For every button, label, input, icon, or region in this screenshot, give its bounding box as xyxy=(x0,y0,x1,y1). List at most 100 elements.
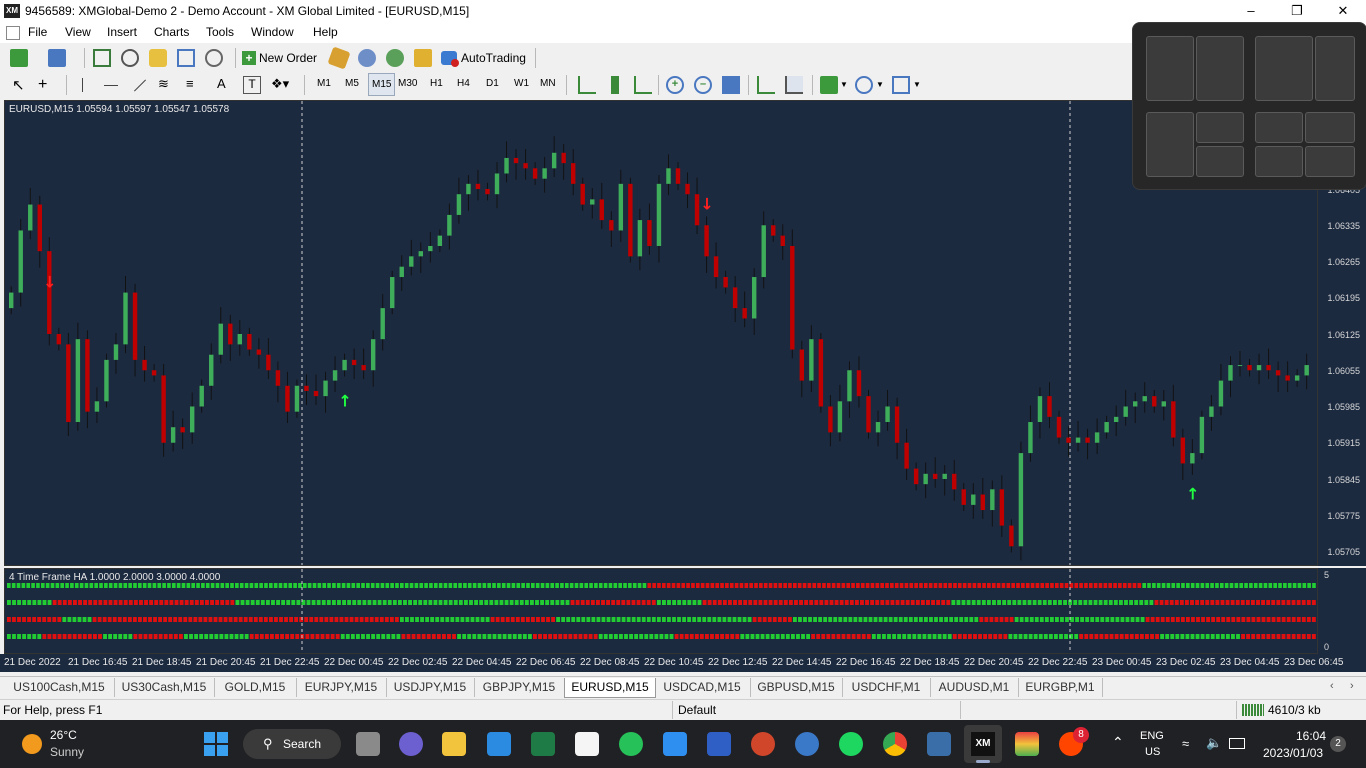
periods-icon[interactable] xyxy=(855,76,873,94)
timeframe-h4[interactable]: H4 xyxy=(457,78,470,89)
horizontal-line-icon[interactable] xyxy=(104,85,118,86)
vps-icon[interactable] xyxy=(414,49,432,67)
menu-window[interactable]: Window xyxy=(251,25,294,39)
timeframe-m15[interactable]: M15 xyxy=(368,73,396,96)
candle-chart-icon[interactable] xyxy=(611,76,619,94)
explorer-icon[interactable] xyxy=(442,732,466,756)
timeframe-mn[interactable]: MN xyxy=(540,78,556,89)
word-icon[interactable] xyxy=(707,732,731,756)
mail-icon[interactable] xyxy=(487,732,511,756)
language-code[interactable]: ENG xyxy=(1140,730,1164,742)
language-region[interactable]: US xyxy=(1145,746,1160,758)
zoom-out-icon[interactable]: – xyxy=(694,76,712,94)
symbol-tab[interactable]: GOLD,M15 xyxy=(214,678,297,697)
xm-active-app[interactable]: XM xyxy=(964,725,1002,763)
bar-chart-icon[interactable] xyxy=(578,76,596,94)
zoom-in-icon[interactable]: + xyxy=(666,76,684,94)
battery-icon[interactable] xyxy=(1229,738,1245,749)
symbol-tab[interactable]: EURJPY,M15 xyxy=(296,678,387,697)
expert-advisor-icon[interactable] xyxy=(327,46,351,70)
data-window-icon[interactable] xyxy=(121,49,139,67)
symbol-tab[interactable]: GBPJPY,M15 xyxy=(474,678,565,697)
chart-shift-icon[interactable] xyxy=(785,76,803,94)
profiles-icon[interactable] xyxy=(48,49,66,67)
connection-bars-icon[interactable] xyxy=(1242,704,1264,716)
snap-zone[interactable] xyxy=(1305,112,1355,143)
new-order-button[interactable]: + New Order xyxy=(242,47,317,69)
menu-insert[interactable]: Insert xyxy=(107,25,137,39)
snap-zone[interactable] xyxy=(1146,112,1194,177)
terminal-icon[interactable] xyxy=(177,49,195,67)
navigator-icon[interactable] xyxy=(149,49,167,67)
snap-zone[interactable] xyxy=(1196,112,1244,143)
tab-scroll-left-icon[interactable]: ‹ xyxy=(1330,680,1334,692)
chevron-up-icon[interactable]: ⌃ xyxy=(1112,734,1124,751)
indicators-icon[interactable] xyxy=(820,76,838,94)
mdi-chart-icon[interactable] xyxy=(6,26,20,40)
edge-like-icon[interactable] xyxy=(795,732,819,756)
powerpoint-icon[interactable] xyxy=(751,732,775,756)
text-label-icon[interactable]: T xyxy=(243,76,261,94)
cursor-icon[interactable]: ↖ xyxy=(12,76,30,94)
snap-zone[interactable] xyxy=(1255,36,1313,101)
amazon-icon[interactable] xyxy=(575,732,599,756)
timeframe-m1[interactable]: M1 xyxy=(317,78,331,89)
vertical-line-icon[interactable] xyxy=(82,78,83,92)
close-button[interactable]: ✕ xyxy=(1320,0,1366,23)
symbol-tab[interactable]: AUDUSD,M1 xyxy=(930,678,1019,697)
store-icon[interactable] xyxy=(663,732,687,756)
chat-icon[interactable] xyxy=(399,732,423,756)
taskview-icon[interactable] xyxy=(356,732,380,756)
snap-zone[interactable] xyxy=(1255,146,1303,177)
sun-icon[interactable] xyxy=(22,734,42,754)
text-icon[interactable]: A xyxy=(217,76,235,94)
fibonacci-icon[interactable]: ≡ xyxy=(186,76,204,94)
stack-icon[interactable] xyxy=(1015,732,1039,756)
templates-icon[interactable] xyxy=(892,76,910,94)
notification-count[interactable]: 2 xyxy=(1330,736,1346,752)
symbol-tab[interactable]: USDCAD,M15 xyxy=(654,678,751,697)
maximize-button[interactable]: ❐ xyxy=(1274,0,1320,23)
tester-icon[interactable] xyxy=(205,49,223,67)
symbol-tab[interactable]: US100Cash,M15 xyxy=(4,678,115,697)
price-chart[interactable]: ↓ ↑ ↓ ↑ EURUSD,M15 1.05594 1.05597 1.05547 … xyxy=(4,100,1318,566)
autotrading-button[interactable]: AutoTrading xyxy=(441,47,526,69)
menu-view[interactable]: View xyxy=(65,25,91,39)
snap-zone[interactable] xyxy=(1196,146,1244,177)
symbol-tab[interactable]: USDCHF,M1 xyxy=(842,678,931,697)
symbol-tab[interactable]: GBPUSD,M15 xyxy=(750,678,843,697)
snap-zone[interactable] xyxy=(1305,146,1355,177)
autoscroll-icon[interactable] xyxy=(757,76,775,94)
market-icon[interactable] xyxy=(386,49,404,67)
snap-zone[interactable] xyxy=(1146,36,1194,101)
menu-file[interactable]: File xyxy=(28,25,47,39)
menu-charts[interactable]: Charts xyxy=(154,25,189,39)
tab-scroll-right-icon[interactable]: › xyxy=(1350,680,1354,692)
snap-zone[interactable] xyxy=(1255,112,1303,143)
clock-date[interactable]: 2023/01/03 xyxy=(1263,746,1323,760)
weather-text[interactable]: Sunny xyxy=(50,745,84,759)
symbol-tab[interactable]: USDJPY,M15 xyxy=(386,678,475,697)
volume-icon[interactable]: 🔈 xyxy=(1206,735,1222,751)
timeframe-d1[interactable]: D1 xyxy=(486,78,499,89)
indicator-window[interactable]: 4 Time Frame HA 1.0000 2.0000 3.0000 4.0… xyxy=(4,568,1318,654)
excel-icon[interactable] xyxy=(531,732,555,756)
crosshair-icon[interactable]: + xyxy=(38,76,56,94)
wifi-icon[interactable]: ≈ xyxy=(1182,736,1189,751)
clock-time[interactable]: 16:04 xyxy=(1296,729,1326,743)
menu-tools[interactable]: Tools xyxy=(206,25,234,39)
tile-windows-icon[interactable] xyxy=(722,76,740,94)
chrome-icon[interactable] xyxy=(883,732,907,756)
symbol-tab[interactable]: US30Cash,M15 xyxy=(114,678,215,697)
signals-icon[interactable] xyxy=(358,49,376,67)
chevron-down-icon[interactable]: ▼ xyxy=(913,80,921,89)
line-chart-icon[interactable] xyxy=(634,76,652,94)
weather-temp[interactable]: 26°C xyxy=(50,728,77,742)
timeframe-w1[interactable]: W1 xyxy=(514,78,529,89)
symbol-tab[interactable]: EURGBP,M1 xyxy=(1018,678,1103,697)
symbol-tab[interactable]: EURUSD,M15 xyxy=(564,678,656,698)
snap-zone[interactable] xyxy=(1315,36,1355,101)
timeframe-h1[interactable]: H1 xyxy=(430,78,443,89)
chevron-down-icon[interactable]: ▼ xyxy=(876,80,884,89)
chevron-down-icon[interactable]: ▼ xyxy=(840,80,848,89)
